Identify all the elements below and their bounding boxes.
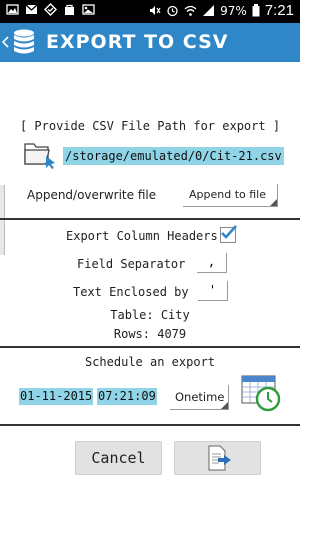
text-enclosed-label: Text Enclosed by xyxy=(73,285,189,299)
mute-icon xyxy=(150,6,161,15)
back-chevron-icon xyxy=(2,36,9,48)
export-button[interactable] xyxy=(174,441,261,475)
export-file-icon xyxy=(208,445,231,471)
photo-icon xyxy=(82,4,95,15)
frequency-value: Onetime xyxy=(175,390,225,404)
bag-icon xyxy=(65,4,74,15)
cancel-button[interactable]: Cancel xyxy=(75,441,162,475)
export-headers-checkbox[interactable] xyxy=(220,225,237,243)
table-name: Table: City xyxy=(110,308,190,322)
write-mode-value: Append to file xyxy=(189,188,266,201)
page-title: EXPORT TO CSV xyxy=(46,31,229,53)
export-headers-label: Export Column Headers xyxy=(66,229,218,243)
wifi-icon xyxy=(184,5,197,16)
field-separator-input[interactable]: , xyxy=(197,253,227,273)
write-mode-label: Append/overwrite file xyxy=(27,188,157,202)
checkmark-icon xyxy=(221,225,237,239)
folder-picker-icon[interactable] xyxy=(24,139,56,169)
text-enclosed-input[interactable]: ' xyxy=(198,281,228,301)
section-divider xyxy=(0,424,300,426)
dropdown-corner-icon xyxy=(270,199,277,206)
signal-icon xyxy=(203,5,215,16)
gmail-icon xyxy=(25,4,38,14)
back-button[interactable] xyxy=(0,23,44,62)
schedule-date-field[interactable]: 01-11-2015 xyxy=(19,388,94,405)
section-divider xyxy=(0,218,300,220)
cancel-button-label: Cancel xyxy=(91,449,146,467)
write-mode-select[interactable]: Append to file xyxy=(183,184,278,207)
field-separator-label: Field Separator xyxy=(77,257,186,271)
path-prompt: [ Provide CSV File Path for export ] xyxy=(19,119,281,133)
schedule-time-field[interactable]: 07:21:09 xyxy=(97,388,157,405)
database-icon xyxy=(14,29,34,54)
schedule-calendar-icon[interactable] xyxy=(241,374,281,412)
status-bar: 97% 7:21 xyxy=(0,0,300,23)
section-divider xyxy=(0,346,300,348)
app-bar: EXPORT TO CSV xyxy=(0,23,300,62)
row-count: Rows: 4079 xyxy=(113,327,187,341)
battery-percent: 97% xyxy=(220,3,247,18)
frequency-select[interactable]: Onetime xyxy=(170,385,229,410)
drawer-handle[interactable] xyxy=(0,185,5,255)
battery-icon xyxy=(252,4,260,17)
status-time: 7:21 xyxy=(264,2,294,19)
image-icon xyxy=(6,4,19,15)
export-path-field[interactable]: /storage/emulated/0/Cit-21.csv xyxy=(63,147,284,165)
alarm-icon xyxy=(167,5,178,17)
sync-icon xyxy=(44,3,57,16)
dropdown-corner-icon xyxy=(221,402,228,409)
schedule-heading: Schedule an export xyxy=(84,355,216,369)
